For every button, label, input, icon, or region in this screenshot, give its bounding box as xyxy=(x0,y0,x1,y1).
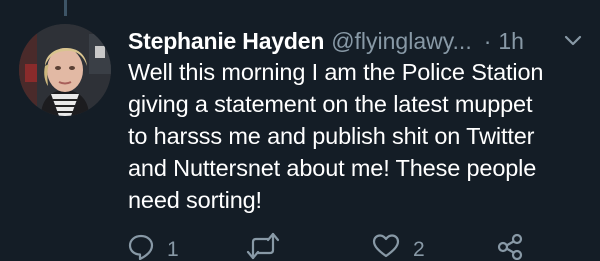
header-separator: · xyxy=(483,27,492,54)
retweet-button[interactable] xyxy=(246,232,293,260)
tweet-text-line: need sorting! xyxy=(128,187,262,213)
avatar[interactable] xyxy=(19,24,111,116)
tweet-text-line: Well this morning I am the Police Statio… xyxy=(128,59,544,85)
like-count: 2 xyxy=(413,238,425,261)
tweet-text: Well this morning I am the Police Statio… xyxy=(128,56,588,216)
tweet-timestamp[interactable]: 1h xyxy=(498,28,524,55)
share-icon xyxy=(497,233,523,260)
author-handle[interactable]: @flyinglawy... xyxy=(331,28,472,55)
heart-icon xyxy=(372,234,400,258)
reply-count: 1 xyxy=(167,238,179,261)
reply-icon xyxy=(128,234,154,260)
tweet-text-line: to harsss me and publish shit on Twitter xyxy=(128,123,535,149)
share-button[interactable] xyxy=(496,232,524,260)
tweet-text-line: giving a statement on the latest muppet xyxy=(128,91,533,117)
avatar-photo xyxy=(19,24,111,116)
retweet-icon xyxy=(246,232,280,260)
thread-connector-line xyxy=(64,0,67,16)
like-button[interactable]: 2 xyxy=(372,232,425,261)
tweet[interactable]: Stephanie Hayden @flyinglawy... · 1h Wel… xyxy=(0,0,600,261)
reply-button[interactable]: 1 xyxy=(128,232,179,261)
tweet-header: Stephanie Hayden @flyinglawy... · 1h xyxy=(128,24,588,58)
tweet-text-line: and Nuttersnet about me! These people xyxy=(128,155,537,181)
chevron-down-icon[interactable] xyxy=(564,34,582,48)
author-display-name[interactable]: Stephanie Hayden xyxy=(128,28,324,55)
tweet-actions: 1 2 xyxy=(128,232,588,261)
